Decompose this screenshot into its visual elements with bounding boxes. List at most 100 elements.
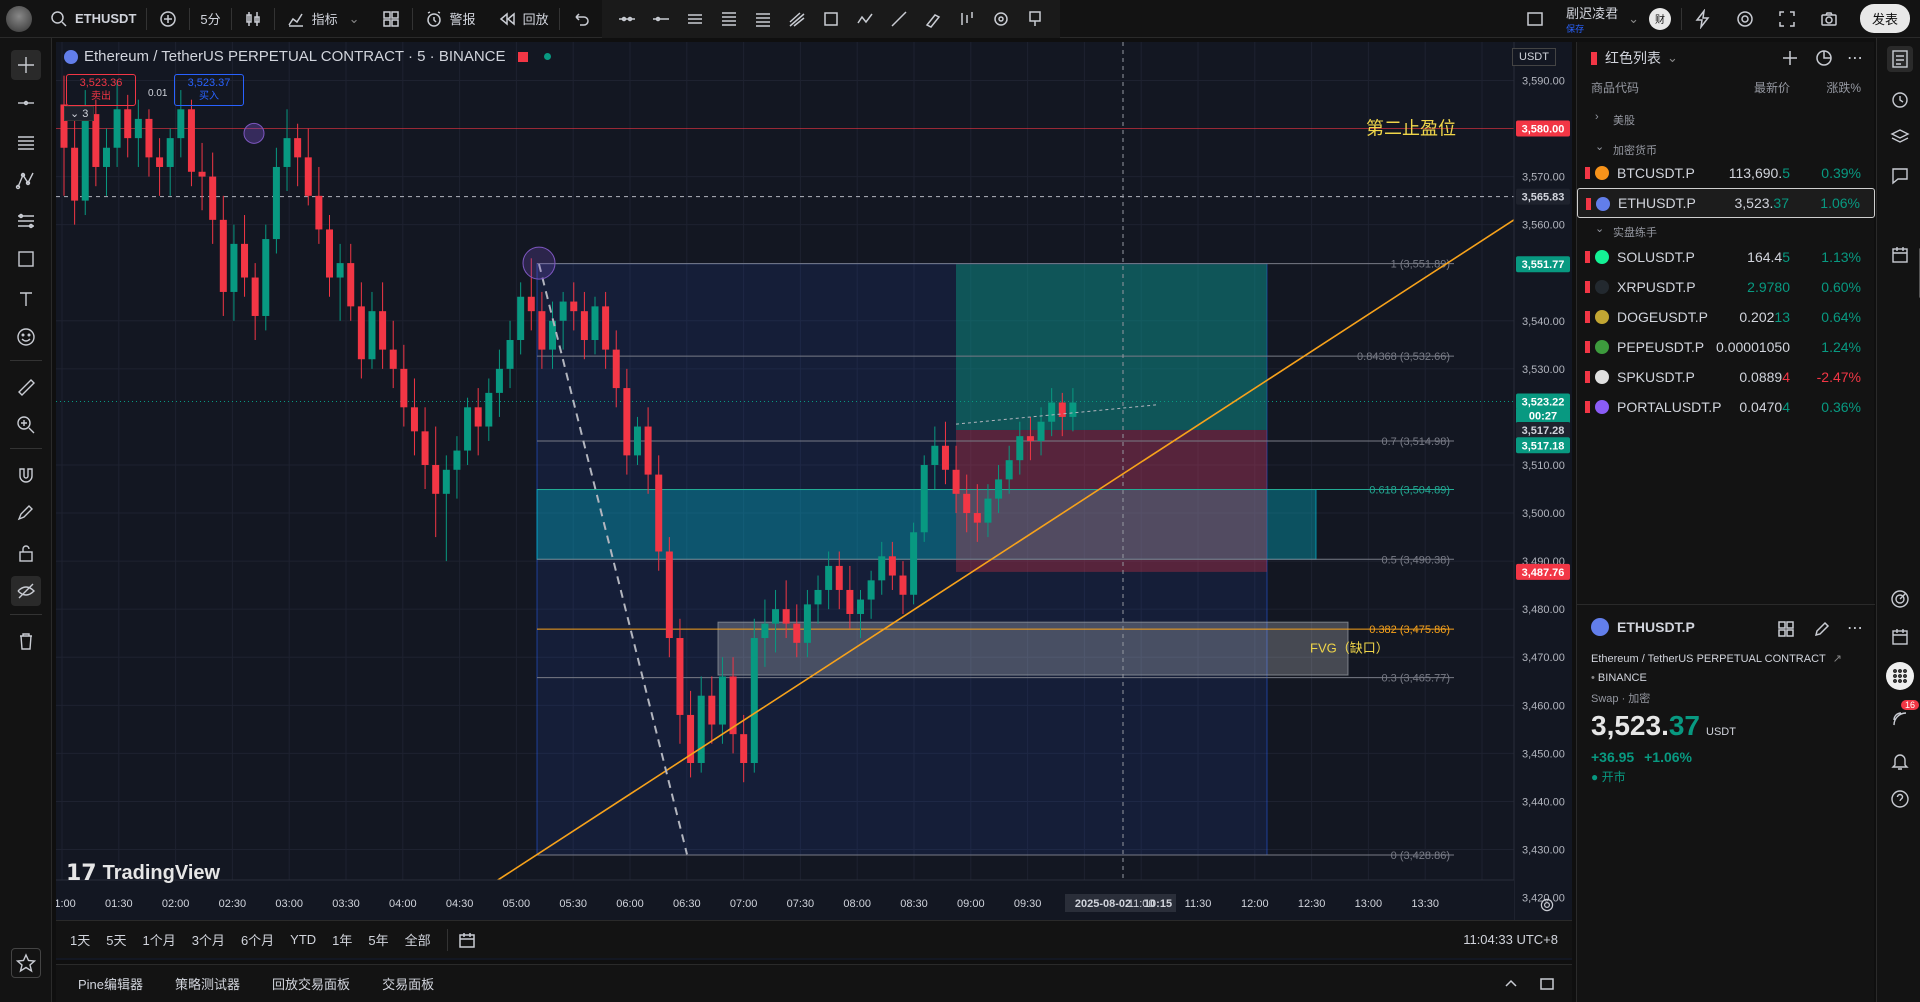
favorites-tool[interactable]	[11, 948, 41, 978]
lines-icon[interactable]	[752, 8, 774, 30]
quick-search-button[interactable]	[1682, 0, 1724, 38]
watchlist-title[interactable]: 红色列表	[1605, 48, 1661, 68]
brush-icon[interactable]	[922, 8, 944, 30]
trend-line-tool[interactable]	[11, 88, 41, 118]
maximize-panel-icon[interactable]	[1536, 973, 1558, 995]
currency-selector[interactable]: USDT	[1512, 42, 1566, 72]
icons-tool[interactable]	[11, 322, 41, 352]
fullscreen-toggle[interactable]	[1514, 0, 1556, 38]
lock-drawings-tool[interactable]	[11, 538, 41, 568]
trend-line-icon[interactable]	[888, 8, 910, 30]
group-crypto[interactable]: ⌄ 加密货币	[1577, 136, 1875, 160]
range-button[interactable]: 6个月	[233, 930, 282, 949]
footer-tab[interactable]: 回放交易面板	[256, 974, 366, 993]
range-button[interactable]: 全部	[397, 930, 439, 949]
compare-button[interactable]	[147, 0, 189, 38]
text-tool[interactable]	[11, 284, 41, 314]
pitchfork-icon[interactable]	[786, 8, 808, 30]
target-widget-button[interactable]	[1887, 586, 1913, 612]
news-widget-button[interactable]	[1887, 242, 1913, 268]
range-button[interactable]: 1个月	[134, 930, 183, 949]
chevron-up-icon[interactable]	[1500, 973, 1522, 995]
path-icon[interactable]	[854, 8, 876, 30]
chart-pane[interactable]: 1 (3,551.89) 0.84368 (3,532.66) 0.7 (3,514…	[56, 42, 1572, 960]
watchlist-row[interactable]: BTCUSDT.P 113,690.5 0.39%	[1577, 158, 1875, 188]
interval-button[interactable]: 5分	[190, 0, 230, 38]
chart-canvas[interactable]: 1 (3,551.89) 0.84368 (3,532.66) 0.7 (3,514…	[56, 42, 1572, 920]
footer-tab[interactable]: 策略测试器	[159, 974, 256, 993]
profile-badge[interactable]: 财	[1639, 0, 1681, 38]
bars-pattern-icon[interactable]	[956, 8, 978, 30]
more-icon[interactable]: ⋯	[1847, 618, 1863, 640]
add-symbol-icon[interactable]	[1779, 47, 1801, 69]
remove-drawings-tool[interactable]	[11, 626, 41, 656]
snapshot-button[interactable]	[1808, 0, 1850, 38]
ruler-tool[interactable]	[11, 372, 41, 402]
replay-button[interactable]: 回放	[486, 0, 559, 38]
indicators-button[interactable]: 指标 ⌄	[275, 0, 370, 38]
sell-button[interactable]: 3,523.36 卖出	[66, 74, 136, 106]
group-practice[interactable]: ⌄ 实盘练手	[1577, 218, 1875, 242]
watchlist-row[interactable]: ETHUSDT.P 3,523.37 1.06%	[1577, 188, 1875, 218]
forecast-tool[interactable]	[11, 206, 41, 236]
magnet-tool[interactable]	[11, 460, 41, 490]
watchlist-row[interactable]: DOGEUSDT.P 0.20213 0.64%	[1577, 302, 1875, 332]
range-button[interactable]: 1天	[62, 930, 98, 949]
buy-button[interactable]: 3,523.37 买入	[174, 74, 244, 106]
crosshair-tool[interactable]	[11, 50, 41, 80]
hide-drawings-tool[interactable]	[11, 576, 41, 606]
calendar-icon[interactable]	[456, 929, 478, 951]
pattern-tool[interactable]	[11, 166, 41, 196]
group-stocks[interactable]: › 美股	[1577, 106, 1875, 130]
symbol-search[interactable]: ETHUSDT	[38, 0, 146, 38]
apps-widget-button[interactable]	[1886, 662, 1914, 690]
chat-widget-button[interactable]	[1887, 162, 1913, 188]
layers-widget-button[interactable]	[1887, 124, 1913, 150]
fib-retracement-icon[interactable]	[718, 8, 740, 30]
grid-icon[interactable]	[1775, 618, 1797, 640]
parallel-channel-icon[interactable]	[684, 8, 706, 30]
watchlist-row[interactable]: PORTALUSDT.P 0.04704 0.36%	[1577, 392, 1875, 422]
range-button[interactable]: 1年	[324, 930, 360, 949]
indicators-collapse-button[interactable]: ⌄ 3	[64, 106, 95, 121]
fib-tool[interactable]	[11, 128, 41, 158]
price-label-icon[interactable]	[1024, 8, 1046, 30]
stay-drawing-tool[interactable]	[11, 498, 41, 528]
col-change[interactable]: 涨跌%	[1826, 79, 1861, 96]
chart-type-button[interactable]	[232, 0, 274, 38]
chevron-down-icon[interactable]: ⌄	[1628, 11, 1639, 27]
col-last[interactable]: 最新价	[1754, 79, 1790, 96]
watchlist-row[interactable]: PEPEUSDT.P 0.00001050 1.24%	[1577, 332, 1875, 362]
more-icon[interactable]: ⋯	[1847, 48, 1863, 68]
range-button[interactable]: 5天	[98, 930, 134, 949]
horizontal-ray-icon[interactable]	[616, 8, 638, 30]
help-widget-button[interactable]	[1887, 786, 1913, 812]
footer-tab[interactable]: Pine编辑器	[62, 974, 159, 993]
layout-name-button[interactable]: 剧迟凌君 保存	[1556, 0, 1628, 38]
fullscreen-button[interactable]	[1766, 0, 1808, 38]
rectangle-icon[interactable]	[820, 8, 842, 30]
settings-button[interactable]	[1724, 0, 1766, 38]
axis-settings-button[interactable]	[1536, 894, 1554, 912]
undo-button[interactable]	[560, 0, 602, 38]
avatar[interactable]	[0, 0, 38, 38]
clock-label[interactable]: 11:04:33 UTC+8	[1463, 932, 1572, 947]
watchlist-row[interactable]: SPKUSDT.P 0.08894 -2.47%	[1577, 362, 1875, 392]
cursor-target-icon[interactable]	[990, 8, 1012, 30]
publish-button[interactable]: 发表	[1850, 0, 1920, 38]
zoom-tool[interactable]	[11, 410, 41, 440]
col-symbol[interactable]: 商品代码	[1591, 79, 1639, 96]
watchlist-widget-button[interactable]	[1887, 46, 1913, 72]
range-button[interactable]: 3个月	[184, 930, 233, 949]
calendar-widget-button[interactable]	[1887, 624, 1913, 650]
watchlist-row[interactable]: XRPUSDT.P 2.9780 0.60%	[1577, 272, 1875, 302]
layouts-button[interactable]	[370, 0, 412, 38]
alert-button[interactable]: 警报	[413, 0, 486, 38]
edit-icon[interactable]	[1811, 618, 1833, 640]
footer-tab[interactable]: 交易面板	[366, 974, 450, 993]
pie-chart-icon[interactable]	[1813, 47, 1835, 69]
horizontal-line-icon[interactable]	[650, 8, 672, 30]
notifications-widget-button[interactable]	[1887, 748, 1913, 774]
range-button[interactable]: 5年	[360, 930, 396, 949]
range-button[interactable]: YTD	[282, 932, 324, 947]
